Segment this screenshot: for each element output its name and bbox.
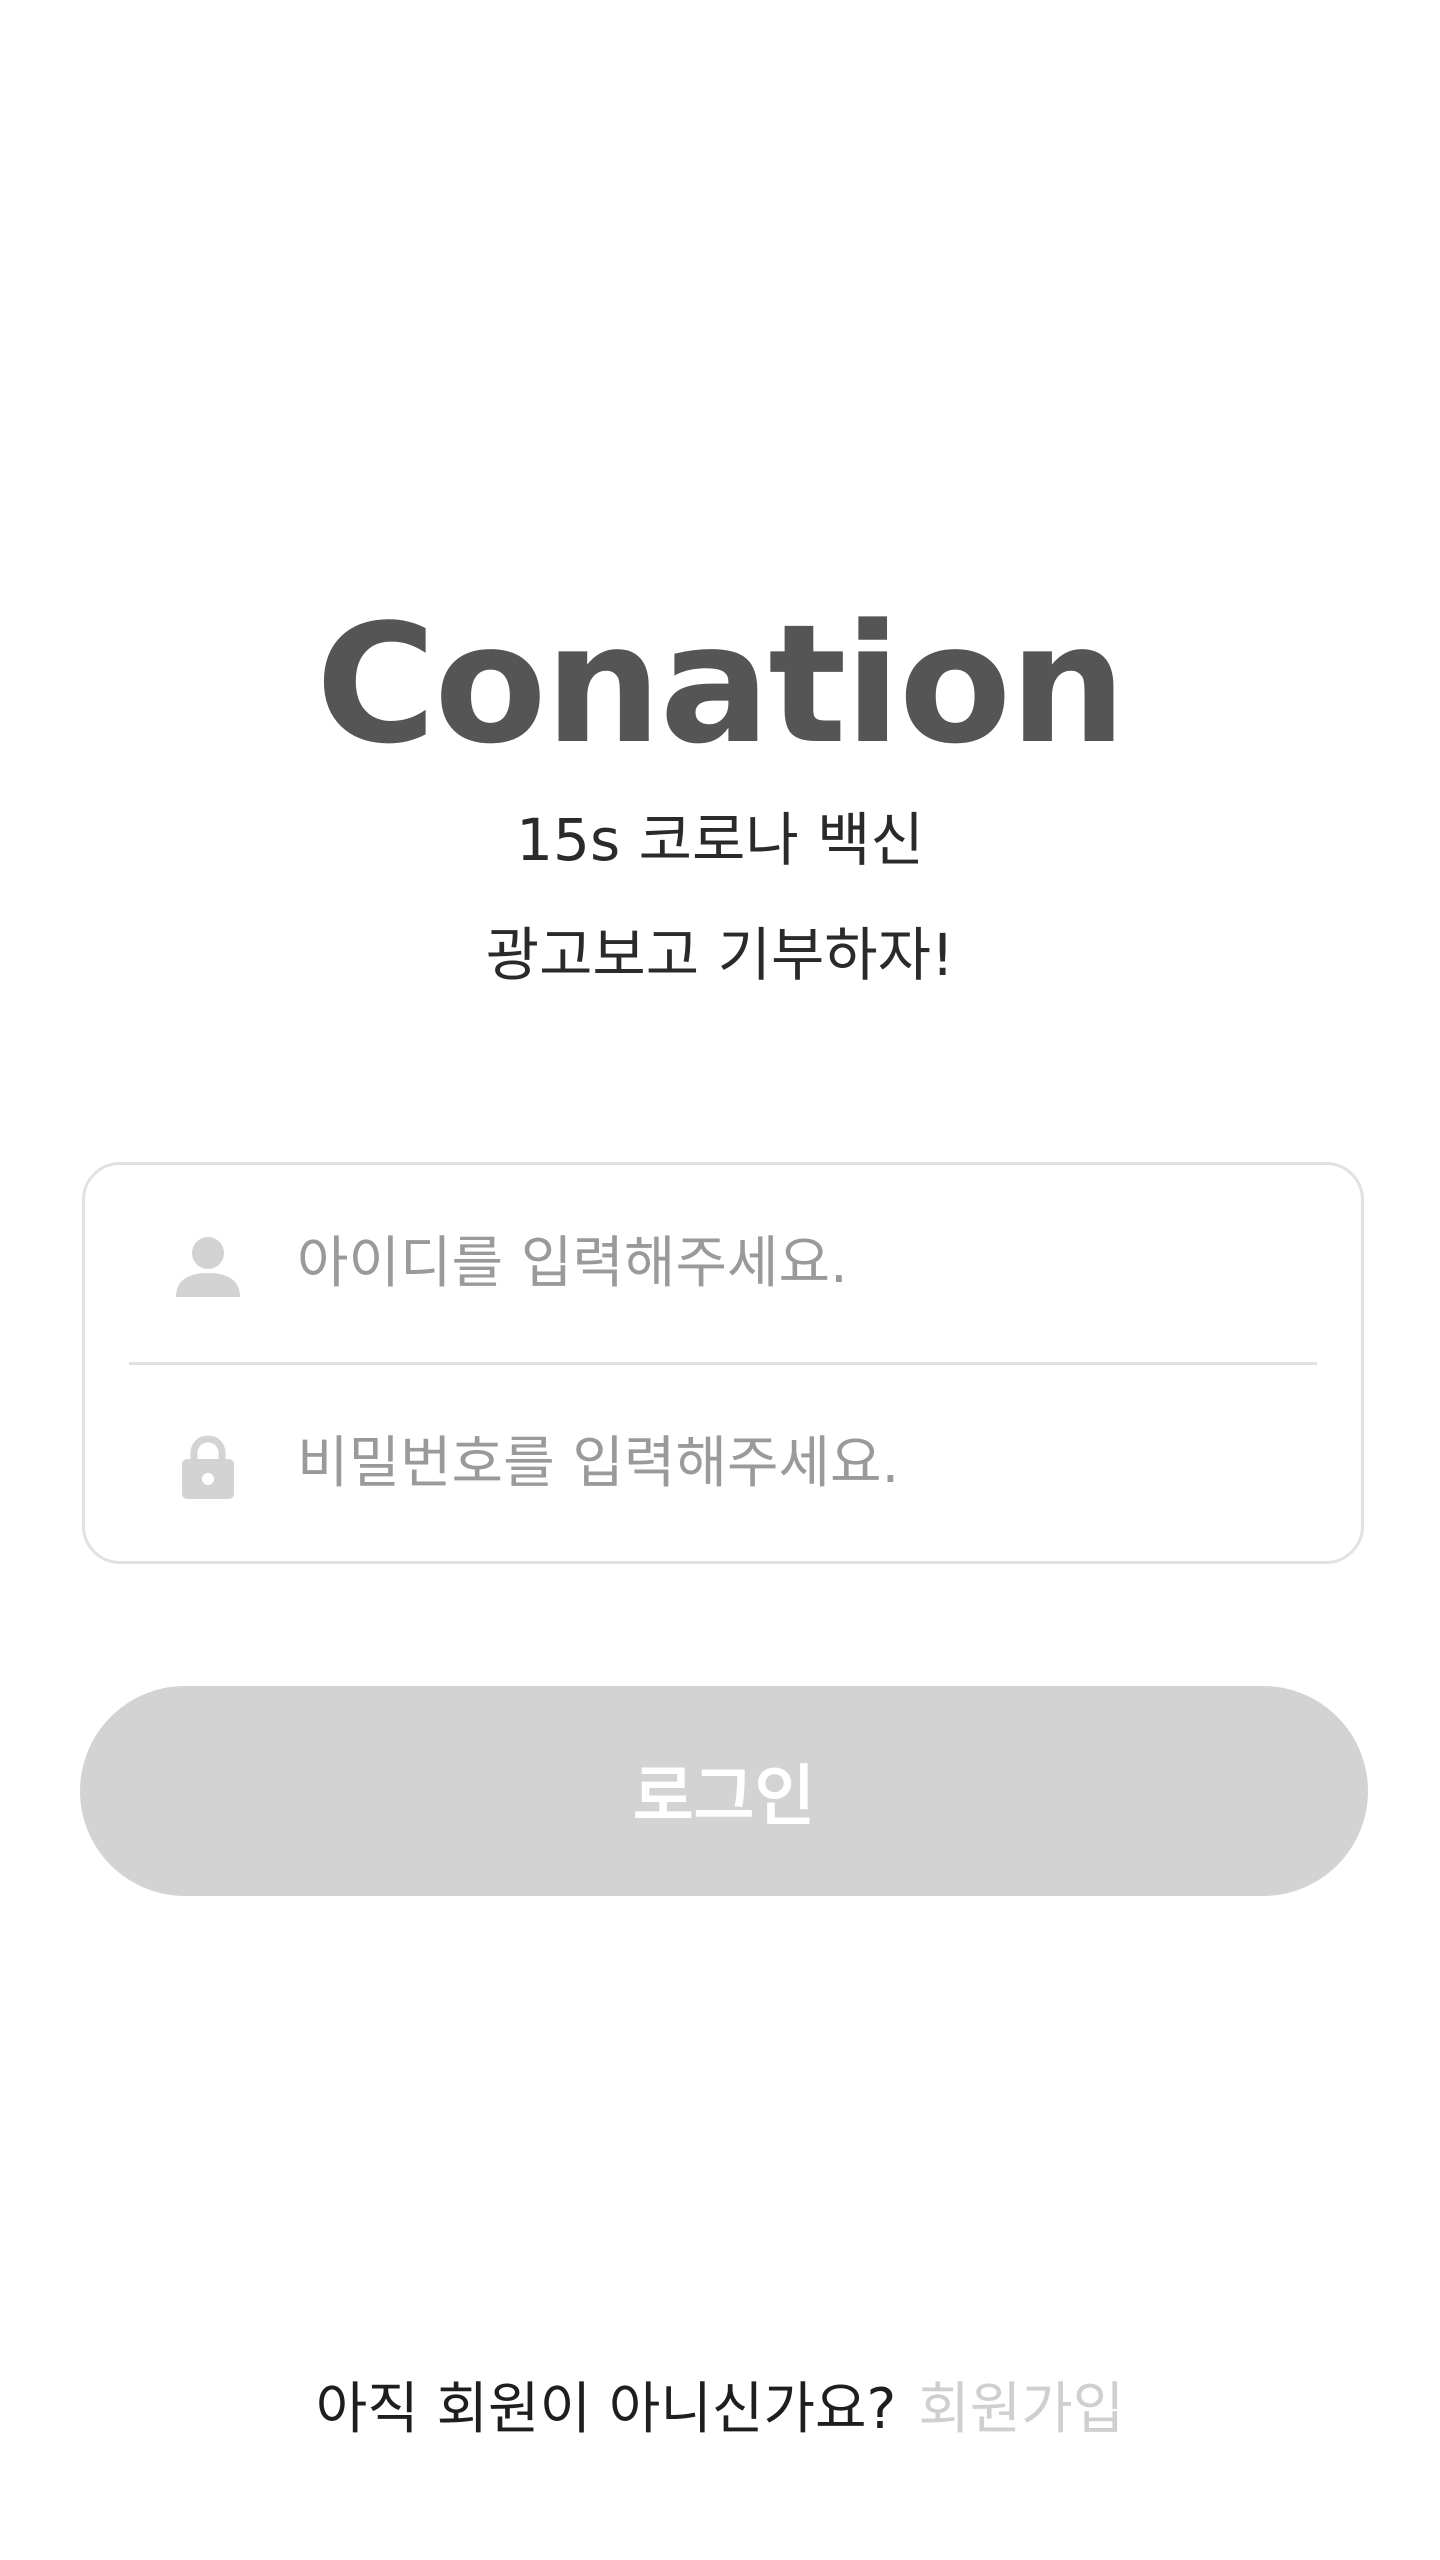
signup-prompt: 아직 회원이 아니신가요? 회원가입 <box>0 2365 1440 2455</box>
tagline-line-2: 광고보고 기부하자! <box>485 921 955 989</box>
signup-question: 아직 회원이 아니신가요? <box>315 2377 897 2442</box>
password-input[interactable] <box>297 1407 1297 1519</box>
login-card <box>82 1162 1364 1564</box>
id-field-row <box>85 1165 1361 1361</box>
password-field-row <box>85 1365 1361 1561</box>
lock-icon <box>172 1431 244 1503</box>
app-title: Conation <box>315 589 1126 780</box>
id-input[interactable] <box>297 1207 1297 1319</box>
tagline-line-1: 15s 코로나 백신 <box>516 806 924 874</box>
login-button[interactable]: 로그인 <box>80 1686 1368 1896</box>
person-icon <box>172 1231 244 1303</box>
signup-link[interactable]: 회원가입 <box>918 2377 1124 2442</box>
